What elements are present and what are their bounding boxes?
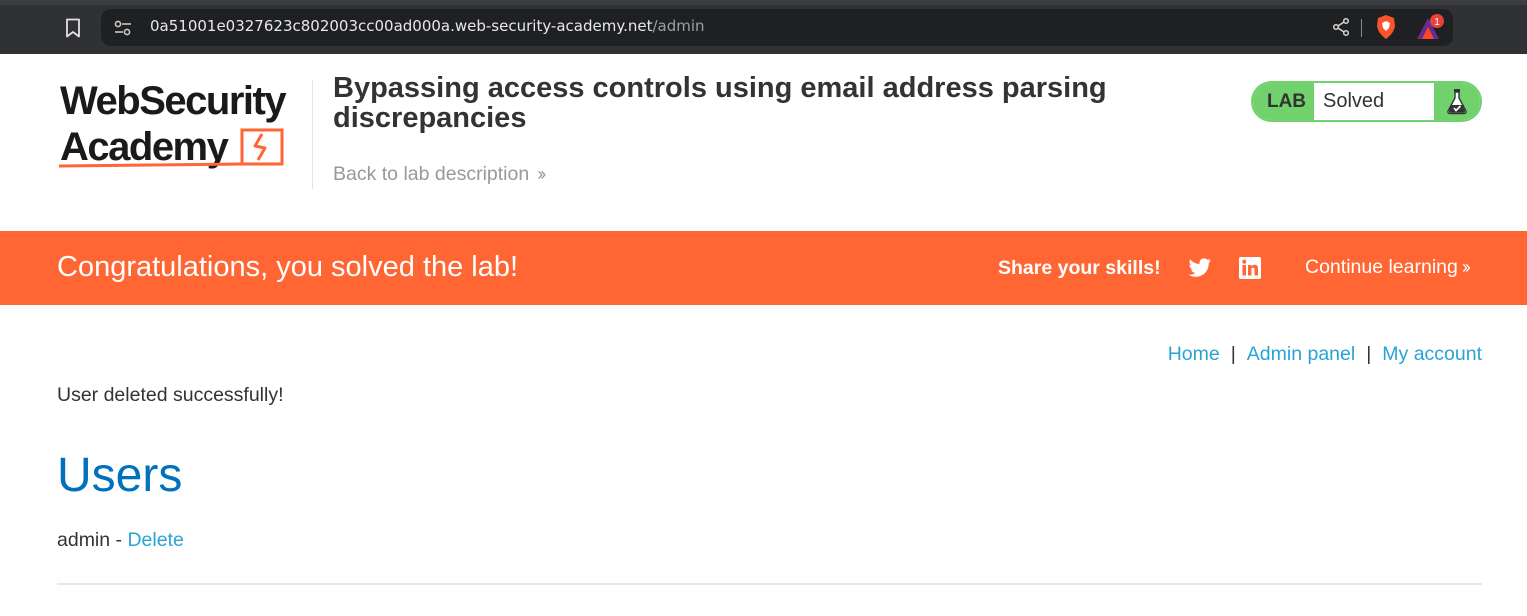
users-heading: Users: [57, 449, 183, 502]
share-icon[interactable]: [1331, 17, 1351, 37]
nav-admin-panel-link[interactable]: Admin panel: [1247, 343, 1355, 365]
tab-strip: [0, 0, 1527, 5]
toolbar-divider: [1361, 19, 1362, 37]
linkedin-icon[interactable]: [1239, 257, 1261, 279]
site-settings-icon[interactable]: [112, 18, 134, 38]
continue-learning-link[interactable]: Continue learning ››: [1305, 256, 1471, 279]
status-message: User deleted successfully!: [57, 384, 284, 406]
url-host: 0a51001e0327623c802003cc00ad000a.web-sec…: [150, 17, 653, 35]
nav-separator: |: [1230, 343, 1236, 365]
nav-home-link[interactable]: Home: [1168, 343, 1220, 365]
user-row-separator: -: [115, 529, 123, 551]
brave-shields-icon[interactable]: [1375, 14, 1397, 40]
congratulations-message: Congratulations, you solved the lab!: [57, 251, 519, 283]
account-nav: Home | Admin panel | My account: [1168, 343, 1482, 366]
svg-text:Academy: Academy: [60, 125, 230, 169]
url-text[interactable]: 0a51001e0327623c802003cc00ad000a.web-sec…: [150, 17, 705, 35]
share-skills-label: Share your skills!: [998, 257, 1161, 279]
twitter-icon[interactable]: [1188, 258, 1212, 278]
svg-text:WebSecurity: WebSecurity: [60, 79, 287, 123]
lab-title: Bypassing access controls using email ad…: [333, 72, 1107, 134]
nav-my-account-link[interactable]: My account: [1382, 343, 1482, 365]
nav-separator: |: [1366, 343, 1372, 365]
rewards-badge: 1: [1434, 17, 1440, 28]
url-path: /admin: [652, 17, 705, 35]
web-security-academy-logo[interactable]: WebSecurity Academy: [57, 78, 312, 173]
lab-status-text: Solved: [1323, 90, 1385, 112]
back-link-label: Back to lab description: [333, 163, 530, 185]
lab-status-widget: LAB Solved: [1251, 81, 1482, 122]
back-to-lab-description-link[interactable]: Back to lab description ››: [333, 163, 546, 186]
content-divider: [57, 583, 1482, 585]
brave-rewards-icon[interactable]: 1: [1414, 12, 1448, 42]
bookmark-icon[interactable]: [63, 17, 83, 39]
delete-user-link[interactable]: Delete: [127, 529, 183, 551]
continue-learning-label: Continue learning: [1305, 256, 1458, 278]
double-chevron-right-icon: ››: [1461, 257, 1471, 277]
user-name: admin: [57, 529, 111, 551]
double-chevron-right-icon: ››: [537, 164, 546, 184]
flask-icon: [1447, 89, 1467, 115]
lab-label: LAB: [1253, 83, 1314, 120]
flask-icon-container: [1434, 83, 1480, 120]
user-row: admin - Delete: [57, 529, 184, 552]
header-divider: [312, 80, 313, 189]
